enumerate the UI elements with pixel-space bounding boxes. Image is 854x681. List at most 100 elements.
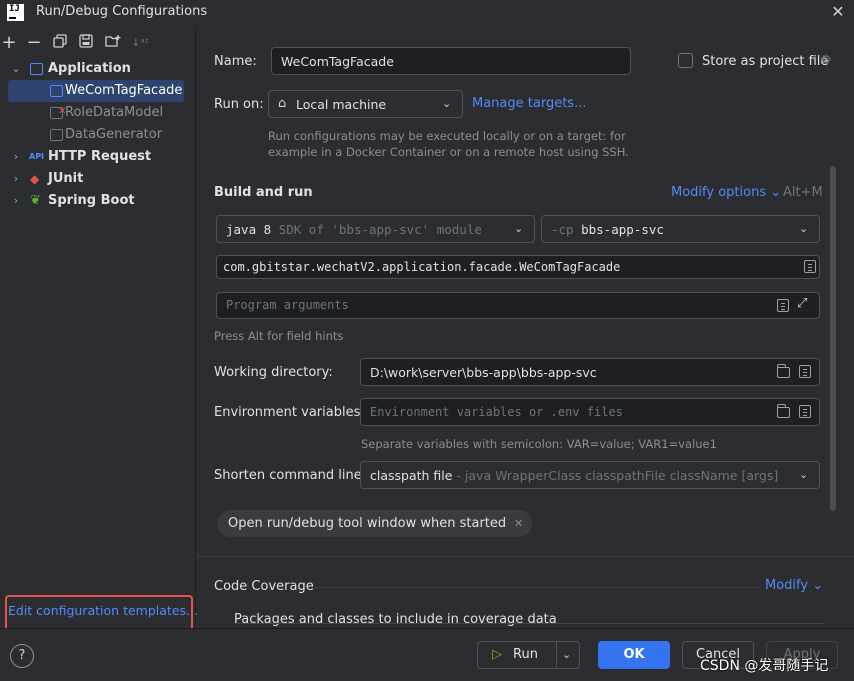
spring-boot-icon: ❦ [30, 193, 41, 208]
name-input[interactable]: WeComTagFacade [271, 47, 631, 75]
chevron-down-icon: ⌄ [799, 222, 809, 235]
title-bar: IJ Run/Debug Configurations ✕ [0, 0, 854, 26]
coverage-modify-link[interactable]: Modify ⌄ [765, 578, 823, 593]
chevron-right-icon[interactable]: › [10, 190, 22, 212]
shorten-command-line-select[interactable]: classpath file - java WrapperClass class… [360, 461, 820, 489]
browse-class-icon[interactable] [804, 260, 816, 273]
tree-item-application[interactable]: ⌄ Application [0, 58, 196, 80]
edit-list-icon[interactable] [799, 365, 811, 378]
sort-icon[interactable]: ↓ᵃᶻ [131, 34, 149, 52]
chevron-down-icon: ⌄ [799, 468, 809, 481]
tree-item-roledatamodel[interactable]: ✕ RoleDataModel [0, 102, 196, 124]
shorten-command-line-label: Shorten command line: [214, 468, 367, 483]
copy-icon[interactable] [51, 34, 69, 52]
tree-item-junit[interactable]: › ◆ JUnit [0, 168, 196, 190]
edit-templates-link[interactable]: Edit configuration templates... [8, 603, 198, 618]
tree-label-http-request: HTTP Request [48, 149, 152, 164]
run-on-hint-line2: example in a Docker Container or on a re… [268, 145, 629, 159]
press-alt-hint: Press Alt for field hints [214, 329, 344, 343]
name-input-value: WeComTagFacade [281, 54, 394, 69]
tree-label-roledatamodel: RoleDataModel [65, 105, 164, 120]
tree-item-datagenerator[interactable]: DataGenerator [0, 124, 196, 146]
jdk-value: java 8 SDK of 'bbs-app-svc' module [226, 222, 482, 237]
store-as-project-checkbox[interactable] [678, 53, 693, 68]
name-label: Name: [214, 54, 257, 69]
tree-label-datagenerator: DataGenerator [65, 127, 163, 142]
save-icon[interactable] [77, 34, 95, 52]
main-class-value: com.gbitstar.wechatV2.application.facade… [223, 260, 621, 274]
home-icon: ⌂ [278, 96, 287, 111]
tree-label-junit: JUnit [48, 171, 84, 186]
junit-icon: ◆ [30, 172, 40, 186]
main-class-input[interactable]: com.gbitstar.wechatV2.application.facade… [216, 255, 820, 279]
chevron-down-icon[interactable]: ⌄ [10, 58, 22, 80]
add-icon[interactable]: + [0, 34, 18, 52]
application-config-icon [50, 85, 63, 97]
chip-label: Open run/debug tool window when started [228, 516, 507, 531]
program-arguments-input[interactable]: Program arguments ⤢ [216, 292, 820, 319]
coverage-packages-label: Packages and classes to include in cover… [234, 612, 557, 627]
split-divider [556, 641, 557, 669]
manage-targets-link[interactable]: Manage targets... [472, 96, 586, 111]
remove-icon[interactable]: − [25, 34, 43, 52]
store-as-project-label: Store as project file [702, 54, 829, 69]
jdk-select[interactable]: java 8 SDK of 'bbs-app-svc' module ⌄ [216, 215, 535, 243]
environment-variables-input[interactable]: Environment variables or .env files [360, 398, 820, 426]
edit-list-icon[interactable] [799, 405, 811, 418]
divider [234, 623, 824, 624]
new-folder-icon[interactable] [104, 34, 122, 52]
expand-icon[interactable]: ⤢ [797, 296, 807, 311]
modify-options-link[interactable]: Modify options ⌄ [671, 185, 781, 200]
close-icon[interactable]: ✕ [828, 2, 848, 22]
tree-item-spring-boot[interactable]: › ❦ Spring Boot [0, 190, 196, 212]
divider [312, 587, 760, 588]
chevron-right-icon[interactable]: › [10, 146, 22, 168]
classpath-module-value: -cp bbs-app-svc [551, 222, 664, 237]
run-button-label: Run [513, 647, 538, 662]
api-icon: API [29, 152, 45, 161]
run-on-select[interactable]: ⌂ Local machine ⌄ [268, 90, 463, 118]
environment-variables-hint: Separate variables with semicolon: VAR=v… [361, 437, 717, 451]
working-directory-label: Working directory: [214, 365, 333, 380]
application-icon [30, 63, 43, 75]
run-icon: ▷ [492, 647, 502, 662]
environment-variables-placeholder: Environment variables or .env files [370, 405, 623, 419]
edit-list-icon[interactable] [777, 299, 789, 312]
classpath-module-select[interactable]: -cp bbs-app-svc ⌄ [541, 215, 820, 243]
ok-button[interactable]: OK [598, 641, 670, 669]
run-on-value: Local machine [296, 97, 387, 112]
working-directory-value: D:\work\server\bbs-app\bbs-app-svc [370, 365, 597, 380]
tree-label-wecomtagfacade: WeComTagFacade [65, 83, 183, 98]
close-icon[interactable]: ✕ [514, 510, 523, 537]
tree-label-application: Application [48, 61, 131, 76]
chevron-down-icon: ⌄ [514, 222, 524, 235]
chevron-down-icon[interactable]: ⌄ [562, 642, 571, 668]
tree-item-http-request[interactable]: › API HTTP Request [0, 146, 196, 168]
form-scrollbar[interactable] [830, 166, 836, 511]
modify-options-shortcut: Alt+M [783, 185, 823, 200]
folder-icon[interactable] [777, 364, 790, 378]
run-on-label: Run on: [214, 97, 264, 112]
folder-icon[interactable] [777, 404, 790, 418]
help-button[interactable]: ? [10, 644, 34, 668]
configurations-sidebar: + − ↓ᵃᶻ ⌄ Application WeComTagFacade ✕ R… [0, 26, 196, 626]
gear-icon[interactable]: ⚙ [820, 53, 832, 68]
application-config-icon [50, 129, 63, 141]
window-title: Run/Debug Configurations [36, 4, 208, 19]
shorten-command-line-value: classpath file - java WrapperClass class… [370, 468, 779, 483]
build-and-run-heading: Build and run [214, 185, 313, 200]
chevron-right-icon[interactable]: › [10, 168, 22, 190]
tree-label-spring-boot: Spring Boot [48, 193, 135, 208]
code-coverage-heading: Code Coverage [214, 579, 314, 594]
open-tool-window-chip[interactable]: Open run/debug tool window when started … [217, 510, 533, 537]
run-on-hint-line1: Run configurations may be executed local… [268, 129, 626, 143]
run-button[interactable]: ▷ Run ⌄ [477, 641, 580, 669]
chevron-down-icon: ⌄ [442, 97, 452, 110]
program-arguments-placeholder: Program arguments [226, 298, 349, 312]
working-directory-input[interactable]: D:\work\server\bbs-app\bbs-app-svc [360, 358, 820, 386]
watermark: CSDN @发哥随手记 [700, 658, 829, 674]
intellij-logo-icon: IJ [7, 4, 24, 21]
divider [197, 556, 854, 557]
environment-variables-label: Environment variables: [214, 405, 365, 420]
tree-item-wecomtagfacade[interactable]: WeComTagFacade [8, 80, 184, 102]
